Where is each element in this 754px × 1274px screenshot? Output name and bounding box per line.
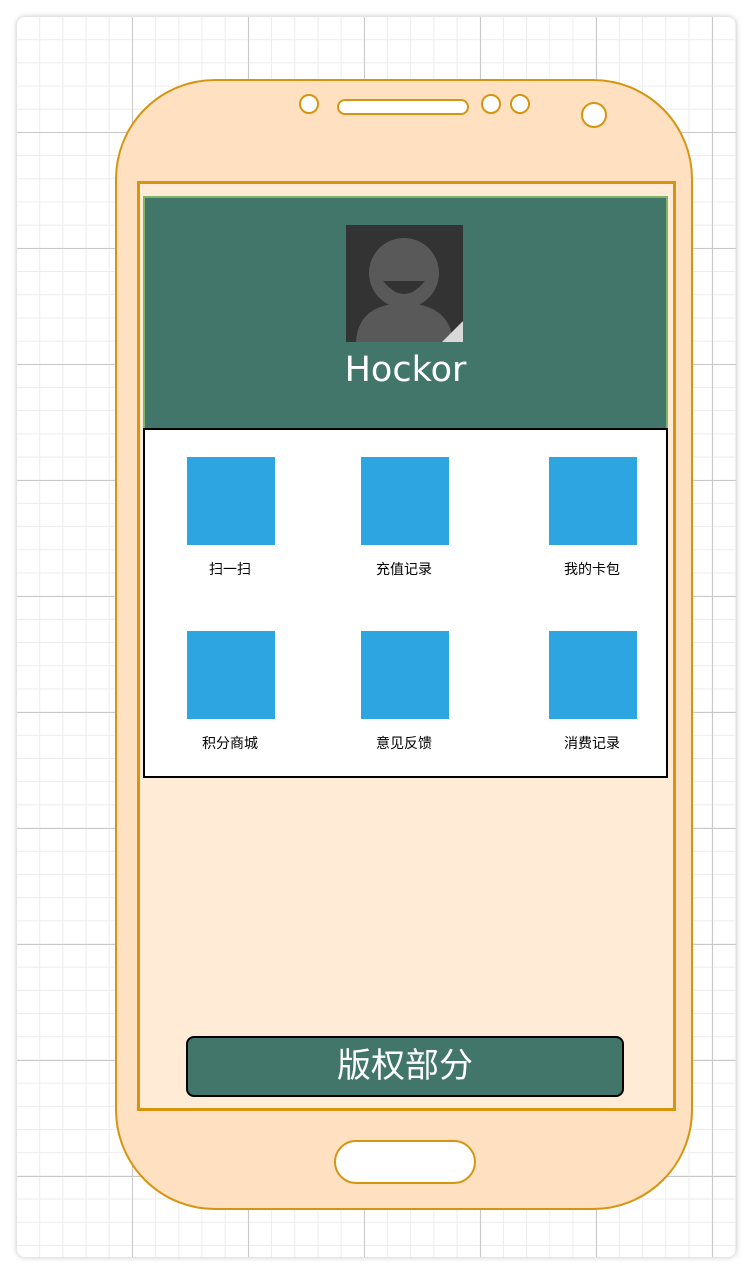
scan-icon[interactable]: [187, 457, 275, 545]
menu-label-feedback[interactable]: 意见反馈: [344, 733, 464, 753]
front-camera-icon: [581, 102, 607, 128]
menu-label-card-wallet[interactable]: 我的卡包: [532, 559, 652, 579]
points-mall-icon[interactable]: [187, 631, 275, 719]
sensor-icon: [510, 94, 530, 114]
menu-label-scan[interactable]: 扫一扫: [170, 559, 290, 579]
home-button[interactable]: [334, 1140, 476, 1184]
feedback-icon[interactable]: [361, 631, 449, 719]
user-avatar-icon: [356, 238, 463, 342]
sensor-icon: [299, 94, 319, 114]
recharge-record-icon[interactable]: [361, 457, 449, 545]
spending-record-icon[interactable]: [549, 631, 637, 719]
sensor-icon: [481, 94, 501, 114]
copyright-footer: 版权部分: [186, 1036, 624, 1097]
menu-label-recharge-record[interactable]: 充值记录: [344, 559, 464, 579]
menu-label-spending-record[interactable]: 消费记录: [532, 733, 652, 753]
earpiece-speaker: [337, 99, 469, 115]
profile-name: Hockor: [344, 350, 467, 390]
menu-label-points-mall[interactable]: 积分商城: [170, 733, 290, 753]
card-wallet-icon[interactable]: [549, 457, 637, 545]
avatar[interactable]: [346, 225, 463, 342]
